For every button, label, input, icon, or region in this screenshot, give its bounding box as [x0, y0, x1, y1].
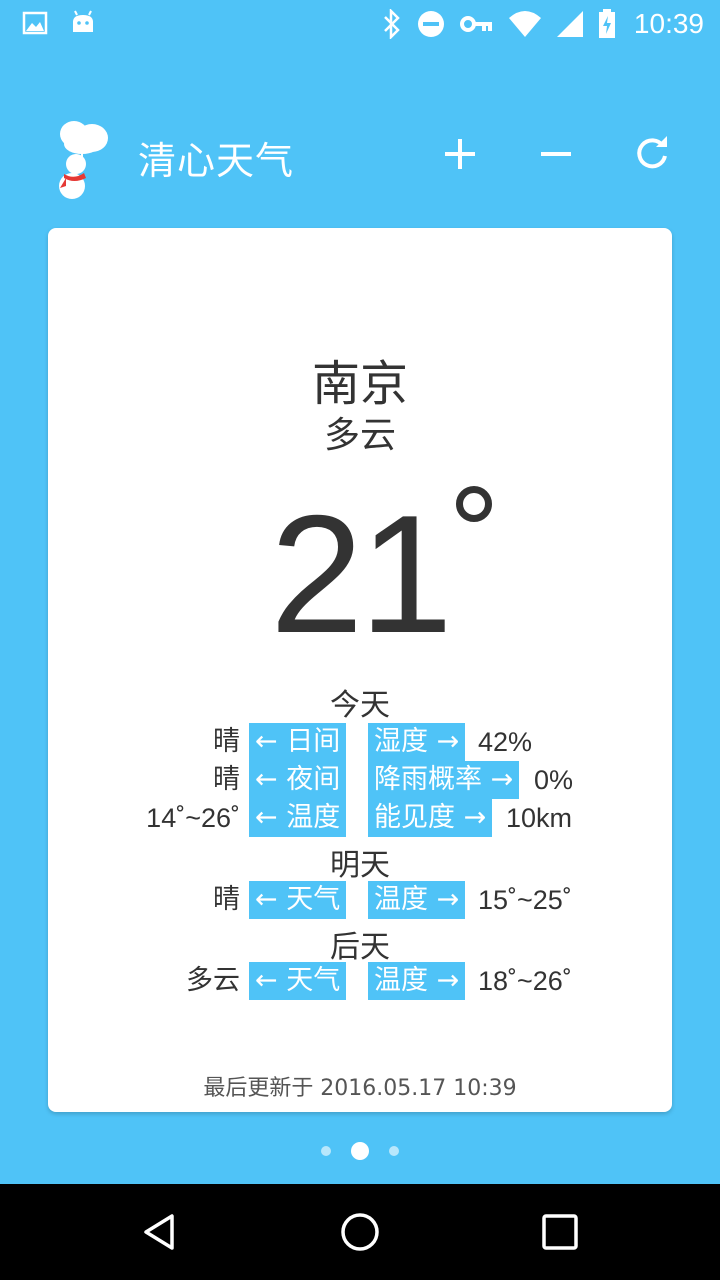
app-title: 清心天气 — [138, 139, 295, 183]
weather-card: 南京 多云 21 今天 晴 ← 日间 湿度 → 42% 晴 ← 夜间 降雨概率 … — [48, 228, 672, 1112]
current-condition: 多云 — [323, 415, 396, 456]
back-button[interactable] — [132, 1204, 188, 1260]
today-title: 今天 — [330, 688, 390, 723]
tomorrow-weather-tag: ← 天气 — [249, 881, 347, 919]
day-after-condition: 多云 — [186, 965, 240, 996]
today-night-tag: ← 夜间 — [249, 761, 347, 799]
recents-icon — [541, 1213, 579, 1251]
status-time: 10:39 — [633, 8, 704, 39]
today-day-condition: 晴 — [213, 726, 240, 757]
page-indicator — [0, 1142, 720, 1160]
do-not-disturb-icon — [416, 9, 446, 39]
degree-symbol — [456, 486, 492, 522]
home-button[interactable] — [332, 1204, 388, 1260]
day-after-title: 后天 — [330, 930, 390, 965]
day-after-weather-tag: ← 天气 — [249, 962, 347, 1000]
today-night-condition: 晴 — [213, 764, 240, 795]
humidity-tag: 湿度 → — [368, 723, 466, 761]
visibility-value: 10km — [506, 803, 573, 833]
battery-charging-icon — [598, 9, 616, 39]
back-icon — [140, 1212, 180, 1252]
app-logo-icon — [52, 116, 114, 200]
rain-probability-value: 0% — [534, 765, 574, 795]
today-temp-tag: ← 温度 — [249, 799, 347, 837]
current-temperature: 21 — [270, 480, 453, 668]
last-updated: 最后更新于 2016.05.17 10:39 — [203, 1076, 517, 1101]
page-dot[interactable] — [321, 1146, 331, 1156]
page-dot[interactable] — [389, 1146, 399, 1156]
rain-probability-tag: 降雨概率 → — [368, 761, 520, 799]
vpn-key-icon — [459, 13, 494, 35]
navigation-bar — [0, 1184, 720, 1280]
tomorrow-condition: 晴 — [213, 884, 240, 915]
day-after-temp-tag: 温度 → — [368, 962, 466, 1000]
tomorrow-temp-range: 15˚~25˚ — [478, 885, 572, 915]
city-name: 南京 — [311, 356, 408, 412]
recents-button[interactable] — [532, 1204, 588, 1260]
today-temp-range: 14˚~26˚ — [146, 803, 240, 833]
tomorrow-temp-tag: 温度 → — [368, 881, 466, 919]
status-bar: 10:39 — [0, 0, 720, 48]
today-day-tag: ← 日间 — [249, 723, 347, 761]
app-bar: 清心天气 — [0, 108, 720, 200]
wifi-icon — [508, 10, 542, 38]
add-icon — [444, 138, 476, 170]
cell-signal-icon — [556, 10, 584, 38]
day-after-temp-range: 18˚~26˚ — [478, 966, 572, 996]
refresh-icon — [634, 136, 670, 172]
humidity-value: 42% — [478, 727, 533, 757]
home-icon — [339, 1211, 381, 1253]
remove-icon — [540, 138, 572, 170]
tomorrow-title: 明天 — [330, 848, 390, 883]
page-dot-active[interactable] — [351, 1142, 369, 1160]
visibility-tag: 能见度 → — [368, 799, 493, 837]
refresh-button[interactable] — [624, 126, 680, 182]
add-city-button[interactable] — [432, 126, 488, 182]
image-icon — [22, 11, 48, 35]
android-icon — [70, 10, 96, 36]
remove-city-button[interactable] — [528, 126, 584, 182]
bluetooth-icon — [382, 9, 402, 39]
